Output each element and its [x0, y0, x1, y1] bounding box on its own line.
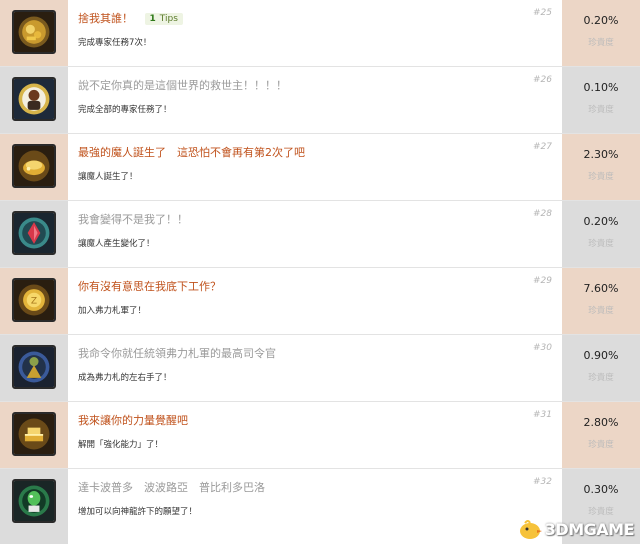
tips-badge[interactable]: 1 Tips	[144, 13, 183, 25]
unlock-percent: 2.30%	[583, 148, 619, 161]
achievement-title: 我來讓你的力量覺醒吧	[78, 414, 188, 427]
achievement-description: 增加可以向神龍許下的願望了！	[78, 507, 198, 517]
savior-portrait-icon	[12, 77, 56, 121]
unlock-percent: 0.20%	[583, 215, 619, 228]
achievement-number: #27	[533, 142, 552, 152]
achievement-description: 解開「強化能力」了！	[78, 440, 164, 450]
achievement-number: #30	[533, 343, 552, 353]
achievement-number: #29	[533, 276, 552, 286]
achievement-row[interactable]: 捨我其誰！ 1 Tips 完成專家任務7次！ #25 0.20% 珍貴度	[0, 0, 640, 67]
rarity-label: 珍貴度	[588, 440, 614, 450]
achievement-description: 成為弗力札的左右手了！	[78, 373, 172, 383]
unlock-percent: 0.10%	[583, 81, 619, 94]
rarity-label: 珍貴度	[588, 172, 614, 182]
treasure-icon	[12, 10, 56, 54]
achievement-description: 讓魔人產生變化了！	[78, 239, 155, 249]
achievement-description: 加入弗力札軍了！	[78, 306, 147, 316]
gold-coins-icon	[12, 144, 56, 188]
achievement-number: #25	[533, 8, 552, 18]
achievement-title: 捨我其誰！	[78, 12, 133, 25]
achievement-title: 說不定你真的是這個世界的救世主！！！！	[78, 79, 287, 92]
rarity-label: 珍貴度	[588, 105, 614, 115]
achievement-title: 我命令你就任統領弗力札軍的最高司令官	[78, 347, 276, 360]
achievement-description: 完成專家任務7次！	[78, 38, 152, 48]
achievement-row[interactable]: 我來讓你的力量覺醒吧 解開「強化能力」了！ #31 2.80% 珍貴度	[0, 402, 640, 469]
rarity-label: 珍貴度	[588, 373, 614, 383]
achievement-row[interactable]: Z 你有沒有意思在我底下工作？ 加入弗力札軍了！ #29 7.60% 珍貴度	[0, 268, 640, 335]
commander-icon	[12, 345, 56, 389]
unlock-percent: 0.30%	[583, 483, 619, 496]
unlock-percent: 0.90%	[583, 349, 619, 362]
unlock-percent: 0.20%	[583, 14, 619, 27]
red-crystal-icon	[12, 211, 56, 255]
achievement-list: 捨我其誰！ 1 Tips 完成專家任務7次！ #25 0.20% 珍貴度 說不定你…	[0, 0, 640, 544]
unlock-percent: 2.80%	[583, 416, 619, 429]
achievement-row[interactable]: 我命令你就任統領弗力札軍的最高司令官 成為弗力札的左右手了！ #30 0.90%…	[0, 335, 640, 402]
unlock-percent: 7.60%	[583, 282, 619, 295]
gold-coin-icon: Z	[12, 278, 56, 322]
achievement-title: 我會變得不是我了！！	[78, 213, 188, 226]
achievement-title: 最強的魔人誕生了 這恐怕不會再有第2次了吧	[78, 146, 305, 159]
achievement-description: 完成全部的專家任務了！	[78, 105, 172, 115]
namekian-icon	[12, 479, 56, 523]
watermark: 3DMGAME	[517, 518, 635, 540]
achievement-title: 達卡波普多 波波路亞 普比利多巴洛	[78, 481, 265, 494]
achievement-number: #26	[533, 75, 552, 85]
achievement-number: #28	[533, 209, 552, 219]
achievement-row[interactable]: 說不定你真的是這個世界的救世主！！！！ 完成全部的專家任務了！ #26 0.10…	[0, 67, 640, 134]
watermark-text: 3DMGAME	[544, 519, 635, 539]
svg-text:Z: Z	[31, 297, 37, 307]
rarity-label: 珍貴度	[588, 507, 614, 517]
achievement-description: 讓魔人誕生了！	[78, 172, 138, 182]
chick-mascot-icon	[519, 520, 542, 539]
rarity-label: 珍貴度	[588, 306, 614, 316]
achievement-row[interactable]: 我會變得不是我了！！ 讓魔人產生變化了！ #28 0.20% 珍貴度	[0, 201, 640, 268]
gold-bars-icon	[12, 412, 56, 456]
achievement-number: #31	[533, 410, 552, 420]
achievement-row[interactable]: 最強的魔人誕生了 這恐怕不會再有第2次了吧 讓魔人誕生了！ #27 2.30% …	[0, 134, 640, 201]
rarity-label: 珍貴度	[588, 239, 614, 249]
rarity-label: 珍貴度	[588, 38, 614, 48]
achievement-title: 你有沒有意思在我底下工作？	[78, 280, 221, 293]
achievement-number: #32	[533, 477, 552, 487]
